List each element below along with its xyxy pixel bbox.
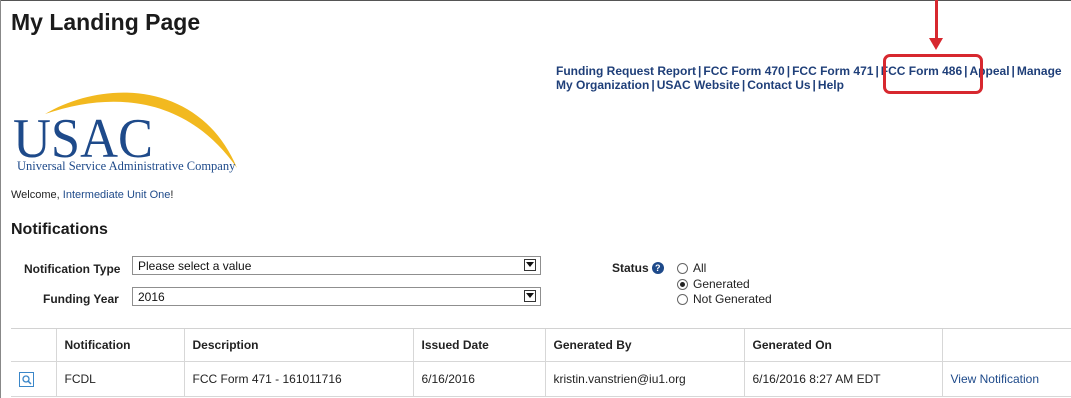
notification-type-value: Please select a value: [138, 259, 252, 273]
notification-type-select[interactable]: Please select a value: [132, 256, 541, 275]
page-title: My Landing Page: [11, 9, 201, 35]
radio-checked-icon: [677, 279, 688, 290]
view-notification-link[interactable]: View Notification: [951, 372, 1040, 386]
welcome-suffix: !: [170, 189, 174, 201]
top-nav-row-2: My Organization | USAC Website | Contact Us |…: [556, 78, 844, 92]
cell-notification: FCDL: [56, 361, 185, 397]
highlight-box: [883, 54, 983, 94]
link-help[interactable]: Help: [818, 78, 844, 92]
table-row: FCDL FCC Form 471 - 161011716 6/16/2016 …: [11, 361, 1071, 397]
notifications-table: Notification Description Issued Date Gen…: [11, 329, 1071, 397]
welcome-prefix: Welcome,: [11, 189, 63, 201]
link-contact-us[interactable]: Contact Us: [747, 78, 810, 92]
radio-icon: [677, 294, 688, 305]
funding-year-value: 2016: [138, 290, 165, 304]
help-icon[interactable]: ?: [651, 262, 664, 274]
link-manage[interactable]: Manage: [1017, 64, 1062, 78]
status-radio-all[interactable]: All: [677, 261, 706, 275]
link-my-organization[interactable]: My Organization: [556, 78, 649, 92]
cell-description: FCC Form 471 - 161011716: [184, 361, 414, 397]
status-option-all: All: [693, 261, 707, 275]
table-header-row: Notification Description Issued Date Gen…: [11, 329, 1071, 362]
status-radio-not-generated[interactable]: Not Generated: [677, 292, 772, 306]
status-label: Status: [612, 261, 649, 275]
column-header-generated-by[interactable]: Generated By: [545, 329, 745, 362]
cell-issued-date: 6/16/2016: [413, 361, 546, 397]
magnifier-icon: [22, 374, 32, 385]
chevron-down-icon: [524, 290, 536, 302]
organization-link[interactable]: Intermediate Unit One: [63, 189, 171, 201]
column-header-action: [942, 329, 1071, 362]
column-header-generated-on[interactable]: Generated On: [744, 329, 943, 362]
status-radio-generated[interactable]: Generated: [677, 277, 750, 291]
status-label-group: Status?: [612, 261, 664, 275]
radio-icon: [677, 263, 688, 274]
link-fcc-form-471[interactable]: FCC Form 471: [792, 64, 873, 78]
view-details-button[interactable]: [19, 371, 34, 387]
funding-year-label: Funding Year: [43, 292, 119, 306]
column-header-select: [11, 329, 57, 362]
welcome-message: Welcome, Intermediate Unit One!: [11, 189, 173, 201]
column-header-notification[interactable]: Notification: [56, 329, 185, 362]
cell-generated-on: 6/16/2016 8:27 AM EDT: [744, 361, 943, 397]
column-header-description[interactable]: Description: [184, 329, 414, 362]
link-usac-website[interactable]: USAC Website: [657, 78, 740, 92]
notification-type-label: Notification Type: [24, 262, 121, 276]
top-nav-links: Funding Request Report | FCC Form 470 | FCC …: [556, 64, 1062, 92]
link-fcc-form-470[interactable]: FCC Form 470: [703, 64, 784, 78]
cell-generated-by: kristin.vanstrien@iu1.org: [545, 361, 745, 397]
funding-year-select[interactable]: 2016: [132, 287, 541, 306]
left-border: [0, 0, 1, 398]
status-option-not-generated: Not Generated: [693, 292, 772, 306]
column-header-issued-date[interactable]: Issued Date: [413, 329, 546, 362]
cell-action: View Notification: [942, 361, 1071, 397]
status-option-generated: Generated: [693, 277, 750, 291]
link-funding-request-report[interactable]: Funding Request Report: [556, 64, 696, 78]
row-select-cell: [11, 361, 57, 397]
chevron-down-icon: [524, 259, 536, 271]
logo-tagline: Universal Service Administrative Company: [17, 159, 236, 173]
top-border: [0, 0, 1071, 1]
arrow-down-icon: [929, 38, 943, 50]
top-nav-row-1: Funding Request Report | FCC Form 470 | FCC …: [556, 64, 1062, 78]
arrow-shaft: [935, 0, 938, 42]
notifications-heading: Notifications: [11, 221, 108, 238]
